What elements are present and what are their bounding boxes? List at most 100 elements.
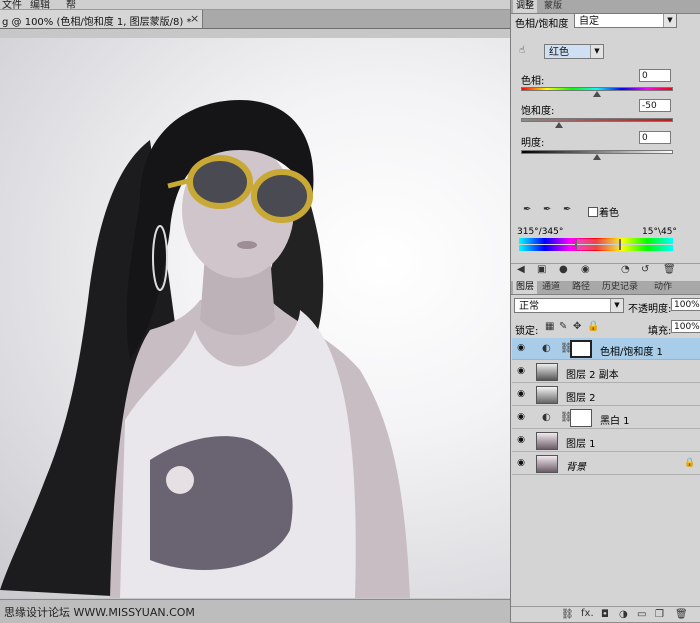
opacity-label: 不透明度: bbox=[628, 304, 672, 315]
channel-value: 红色 bbox=[549, 47, 569, 58]
menu-item-file[interactable]: 文件 bbox=[2, 0, 22, 9]
eyedropper-icon[interactable]: ✒ bbox=[523, 204, 531, 215]
adjustment-title: 色相/饱和度 bbox=[515, 19, 569, 30]
watermark-text: 思缘设计论坛 WWW.MISSYUAN.COM bbox=[4, 606, 195, 619]
lightness-label: 明度: bbox=[521, 138, 545, 149]
saturation-slider-handle[interactable] bbox=[555, 122, 563, 128]
eye-icon[interactable]: ◉ bbox=[581, 264, 590, 275]
lightness-input[interactable]: 0 bbox=[639, 131, 671, 144]
hue-label: 色相: bbox=[521, 76, 545, 87]
colorize-label: 着色 bbox=[599, 208, 619, 219]
lock-transparent-icon[interactable]: ▦ bbox=[545, 321, 554, 332]
colorize-checkbox[interactable] bbox=[588, 207, 598, 217]
layer-row-layer1[interactable]: ◉ 图层 1 bbox=[512, 430, 700, 452]
layers-footer: ⛓ fx. ◘ ◑ ▭ ❐ 🗑 bbox=[511, 606, 700, 623]
preset-select[interactable]: 自定 ▼ bbox=[574, 13, 677, 28]
fill-input[interactable]: 100% bbox=[671, 320, 700, 333]
lock-icon: 🔒 bbox=[684, 458, 696, 468]
tab-actions[interactable]: 动作 bbox=[651, 281, 675, 294]
tab-history[interactable]: 历史记录 bbox=[599, 281, 641, 294]
new-adjustment-icon[interactable]: ◑ bbox=[619, 609, 628, 620]
menu-bar: 文件 编辑 帮 bbox=[0, 0, 510, 10]
layer-row-layer2[interactable]: ◉ 图层 2 bbox=[512, 384, 700, 406]
tab-channels[interactable]: 通道 bbox=[539, 281, 563, 294]
layer-row-black-white[interactable]: ◉ ◐ ⛓ 黑白 1 bbox=[512, 407, 700, 429]
new-group-icon[interactable]: ▭ bbox=[637, 609, 646, 620]
layer-name: 图层 2 bbox=[566, 393, 596, 404]
tab-masks[interactable]: 蒙版 bbox=[541, 0, 565, 13]
trash-icon[interactable]: 🗑 bbox=[675, 609, 688, 620]
range-left-label: 315°/345° bbox=[517, 227, 564, 237]
tab-adjustments[interactable]: 调整 bbox=[513, 0, 538, 13]
eye-icon[interactable]: ◉ bbox=[514, 435, 528, 445]
hand-target-icon[interactable]: ☝ bbox=[519, 45, 525, 56]
close-icon[interactable]: × bbox=[190, 12, 199, 25]
saturation-input[interactable]: -50 bbox=[639, 99, 671, 112]
opacity-input[interactable]: 100% bbox=[671, 298, 700, 311]
menu-item-help[interactable]: 帮 bbox=[66, 0, 76, 9]
layer-mask-thumbnail[interactable] bbox=[570, 409, 592, 427]
layer-row-layer2-copy[interactable]: ◉ 图层 2 副本 bbox=[512, 361, 700, 383]
chevron-down-icon: ▼ bbox=[663, 14, 676, 27]
layer-name: 色相/饱和度 1 bbox=[600, 347, 663, 358]
layer-name: 背景 bbox=[566, 462, 586, 473]
lightness-slider-handle[interactable] bbox=[593, 154, 601, 160]
adjustment-layer-icon: ◐ bbox=[542, 412, 551, 423]
delete-icon[interactable]: 🗑 bbox=[663, 264, 676, 275]
chevron-down-icon: ▼ bbox=[590, 45, 603, 58]
previous-state-icon[interactable]: ◔ bbox=[621, 264, 630, 275]
layer-name: 图层 2 副本 bbox=[566, 370, 619, 381]
layer-row-background[interactable]: ◉ 背景 🔒 bbox=[512, 453, 700, 475]
status-bar: 思缘设计论坛 WWW.MISSYUAN.COM bbox=[0, 599, 510, 623]
eye-icon[interactable]: ◉ bbox=[514, 412, 528, 422]
chevron-down-icon: ▼ bbox=[610, 299, 623, 312]
eye-icon[interactable]: ◉ bbox=[514, 389, 528, 399]
range-right-label: 15°\45° bbox=[642, 227, 677, 237]
blend-mode-value: 正常 bbox=[519, 301, 539, 312]
adjustment-layer-icon: ◐ bbox=[542, 343, 551, 354]
layer-thumbnail bbox=[536, 363, 558, 381]
preset-value: 自定 bbox=[579, 16, 599, 27]
back-arrow-icon[interactable]: ◀ bbox=[517, 264, 525, 275]
add-mask-icon[interactable]: ◘ bbox=[601, 609, 609, 620]
lock-label: 锁定: bbox=[515, 326, 539, 337]
eye-icon[interactable]: ◉ bbox=[514, 366, 528, 376]
fx-icon[interactable]: fx. bbox=[581, 608, 594, 619]
document-tab-bar: g @ 100% (色相/饱和度 1, 图层蒙版/8) * × bbox=[0, 10, 510, 29]
clip-icon[interactable]: ▣ bbox=[537, 264, 546, 275]
visibility-toggle-icon[interactable]: ● bbox=[559, 264, 568, 275]
menu-item-edit[interactable]: 编辑 bbox=[30, 0, 50, 9]
adjustments-footer: ◀ ▣ ● ◉ ◔ ↺ 🗑 bbox=[511, 263, 700, 277]
eyedropper-minus-icon[interactable]: ✒ bbox=[563, 204, 571, 215]
lock-move-icon[interactable]: ✥ bbox=[573, 321, 581, 332]
blend-mode-select[interactable]: 正常 ▼ bbox=[514, 298, 624, 313]
lock-brush-icon[interactable]: ✎ bbox=[559, 321, 567, 332]
fill-label: 填充: bbox=[648, 326, 672, 337]
new-layer-icon[interactable]: ❐ bbox=[655, 609, 664, 620]
reset-icon[interactable]: ↺ bbox=[641, 264, 649, 275]
portrait-image bbox=[0, 100, 410, 598]
layer-mask-thumbnail[interactable] bbox=[570, 340, 592, 358]
hue-slider-handle[interactable] bbox=[593, 91, 601, 97]
layers-tab-bar: 图层 通道 路径 历史记录 动作 bbox=[511, 281, 700, 295]
lock-all-icon[interactable]: 🔒 bbox=[587, 321, 599, 332]
photo-canvas[interactable] bbox=[0, 38, 510, 598]
layer-name: 黑白 1 bbox=[600, 416, 630, 427]
tab-layers[interactable]: 图层 bbox=[513, 281, 538, 294]
color-range-selector[interactable] bbox=[575, 239, 621, 250]
eye-icon[interactable]: ◉ bbox=[514, 343, 528, 353]
tab-paths[interactable]: 路径 bbox=[569, 281, 593, 294]
adjustments-panel: 调整 蒙版 色相/饱和度 自定 ▼ ☝ 红色 ▼ 色相: 0 饱和度: -50 … bbox=[510, 0, 700, 622]
eyedropper-plus-icon[interactable]: ✒ bbox=[543, 204, 551, 215]
document-tab-label: g @ 100% (色相/饱和度 1, 图层蒙版/8) * bbox=[2, 17, 192, 28]
document-tab[interactable]: g @ 100% (色相/饱和度 1, 图层蒙版/8) * × bbox=[0, 10, 203, 28]
eye-icon[interactable]: ◉ bbox=[514, 458, 528, 468]
layer-row-hue-saturation[interactable]: ◉ ◐ ⛓ 色相/饱和度 1 bbox=[512, 338, 700, 360]
layer-thumbnail bbox=[536, 432, 558, 450]
saturation-slider[interactable] bbox=[521, 118, 673, 122]
channel-select[interactable]: 红色 ▼ bbox=[544, 44, 604, 59]
adjustments-tab-bar: 调整 蒙版 bbox=[511, 0, 700, 14]
link-layers-icon[interactable]: ⛓ bbox=[561, 609, 574, 620]
hue-input[interactable]: 0 bbox=[639, 69, 671, 82]
layer-thumbnail bbox=[536, 386, 558, 404]
